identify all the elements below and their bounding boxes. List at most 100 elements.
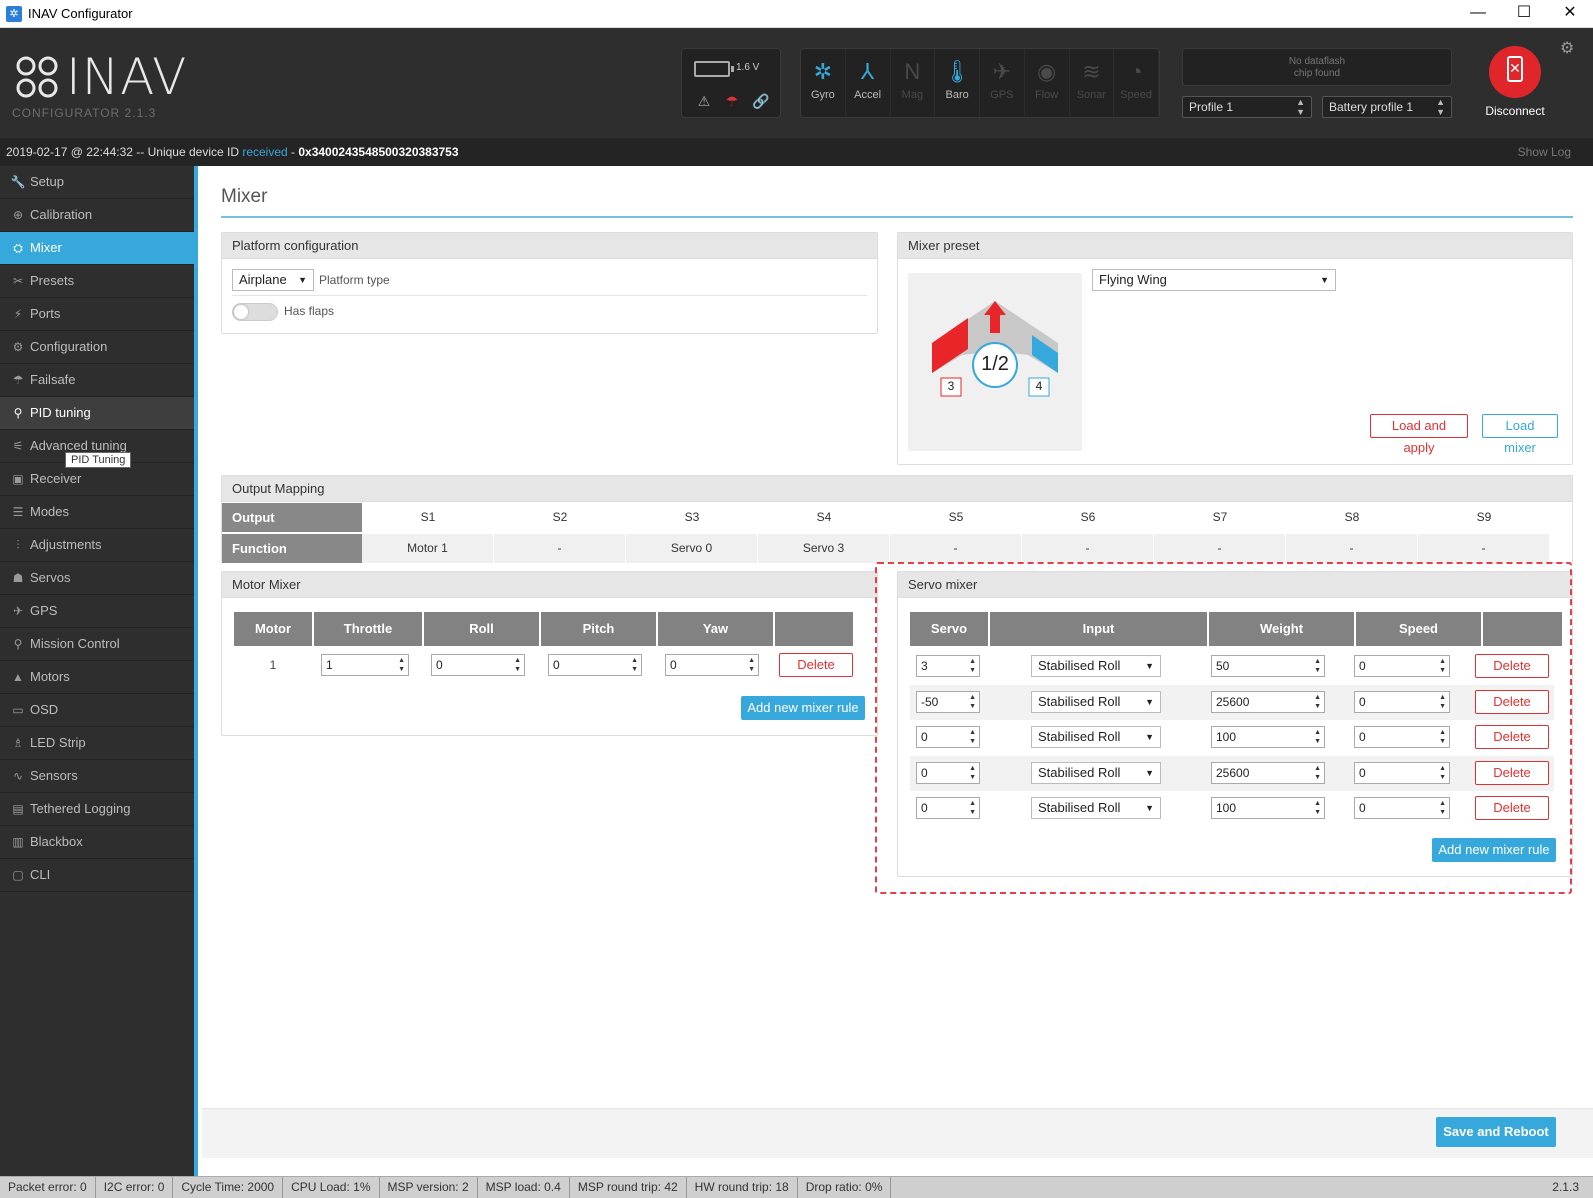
throttle-input[interactable]: 1 ▲ ▼ — [321, 654, 409, 676]
load-mixer-button[interactable]: Load mixer — [1482, 414, 1558, 455]
sidebar-item-setup[interactable]: 🔧 Setup — [0, 166, 194, 199]
sidebar-item-modes[interactable]: ☰ Modes — [0, 496, 194, 529]
sidebar-item-pid-tuning[interactable]: ⚲ PID tuning — [0, 397, 194, 430]
platform-type-select[interactable]: Airplane ▼ — [232, 269, 314, 291]
add-servo-rule-button[interactable]: Add new mixer rule — [1432, 838, 1556, 862]
servo-index-input[interactable]: 0 ▲ ▼ — [916, 726, 980, 748]
weight-input[interactable]: 25600 ▲ ▼ — [1211, 761, 1325, 784]
spinner-icon[interactable]: ▲ ▼ — [1314, 657, 1321, 675]
spinner-icon[interactable]: ▲ ▼ — [969, 657, 976, 675]
speed-input[interactable]: 0 ▲ ▼ — [1354, 797, 1450, 819]
output-cell: S2 — [552, 510, 568, 524]
sidebar-item-mixer[interactable]: ⛭ Mixer — [0, 232, 194, 265]
speed-input[interactable]: 0 ▲ ▼ — [1354, 690, 1450, 713]
baro-icon: 🌡 — [943, 59, 972, 84]
sidebar-item-led-strip[interactable]: ♗ LED Strip — [0, 727, 194, 760]
speed-input[interactable]: 0 ▲ ▼ — [1354, 761, 1450, 784]
add-motor-rule-button[interactable]: Add new mixer rule — [741, 696, 865, 720]
weight-input[interactable]: 100 ▲ ▼ — [1211, 726, 1325, 748]
spinner-icon[interactable]: ▲ ▼ — [514, 656, 521, 674]
spinner-icon[interactable]: ▲ ▼ — [748, 656, 755, 674]
input-source-select[interactable]: Stabilised Roll ▼ — [1031, 690, 1161, 713]
maximize-button[interactable]: ☐ — [1501, 0, 1547, 28]
delete-motor-rule-button[interactable]: Delete — [779, 653, 853, 677]
weight-input[interactable]: 50 ▲ ▼ — [1211, 655, 1325, 677]
delete-servo-rule-button[interactable]: Delete — [1475, 796, 1549, 820]
spinner-icon[interactable]: ▲ ▼ — [1439, 799, 1446, 817]
log-separator: - — [287, 145, 299, 159]
spinner-icon[interactable]: ▲ ▼ — [969, 764, 976, 782]
spinner-icon[interactable]: ▲ ▼ — [1314, 799, 1321, 817]
delete-servo-rule-button[interactable]: Delete — [1475, 654, 1549, 678]
spinner-icon[interactable]: ▲ ▼ — [1314, 728, 1321, 746]
sidebar-item-cli[interactable]: ▢ CLI — [0, 859, 194, 892]
delete-servo-rule-button[interactable]: Delete — [1475, 725, 1549, 749]
spinner-icon[interactable]: ▲ ▼ — [1314, 693, 1321, 711]
spinner-icon[interactable]: ▲ ▼ — [1439, 764, 1446, 782]
spinner-icon[interactable]: ▲ ▼ — [969, 728, 976, 746]
mixer-preset-select[interactable]: Flying Wing ▼ — [1092, 269, 1336, 291]
show-log-link[interactable]: Show Log — [1518, 138, 1571, 166]
sidebar-item-calibration[interactable]: ⊕ Calibration — [0, 199, 194, 232]
roll-input[interactable]: 0 ▲ ▼ — [431, 654, 525, 676]
yaw-input[interactable]: 0 ▲ ▼ — [665, 654, 759, 676]
spinner-icon[interactable]: ▲ ▼ — [1439, 728, 1446, 746]
close-button[interactable]: ✕ — [1547, 0, 1593, 28]
delete-servo-rule-button[interactable]: Delete — [1475, 689, 1549, 714]
servo-index-input[interactable]: -50 ▲ ▼ — [916, 690, 980, 713]
col-speed: Speed — [1356, 612, 1481, 646]
spinner-icon[interactable]: ▲ ▼ — [631, 656, 638, 674]
has-flaps-toggle[interactable] — [232, 303, 278, 321]
spinner-icon[interactable]: ▲ ▼ — [969, 693, 976, 711]
sidebar-item-adjustments[interactable]: ⫶ Adjustments — [0, 529, 194, 562]
output-cell: S6 — [1080, 510, 1096, 524]
sidebar-item-configuration[interactable]: ⚙ Configuration — [0, 331, 194, 364]
speed-input[interactable]: 0 ▲ ▼ — [1354, 726, 1450, 748]
servo-index-value: 0 — [921, 765, 928, 780]
pitch-input[interactable]: 0 ▲ ▼ — [548, 654, 642, 676]
sidebar-item-motors[interactable]: ▲ Motors — [0, 661, 194, 694]
disconnect-button[interactable]: ✕ Disconnect — [1470, 46, 1560, 118]
sidebar-item-sensors[interactable]: ∿ Sensors — [0, 760, 194, 793]
sidebar-item-blackbox[interactable]: ▥ Blackbox — [0, 826, 194, 859]
battery-profile-select[interactable]: Battery profile 1 ▲ ▼ — [1322, 96, 1452, 118]
sidebar-item-failsafe[interactable]: ☂ Failsafe — [0, 364, 194, 397]
sidebar-item-label: Receiver — [30, 471, 82, 486]
sidebar-item-mission-control[interactable]: ⚲ Mission Control — [0, 628, 194, 661]
spinner-icon[interactable]: ▲ ▼ — [1439, 657, 1446, 675]
delete-servo-rule-button[interactable]: Delete — [1475, 760, 1549, 785]
weight-input[interactable]: 25600 ▲ ▼ — [1211, 690, 1325, 713]
sidebar-item-gps[interactable]: ✈ GPS — [0, 595, 194, 628]
weight-value: 25600 — [1216, 765, 1250, 780]
sidebar-item-ports[interactable]: ⚡ Ports — [0, 298, 194, 331]
input-source-select[interactable]: Stabilised Roll ▼ — [1031, 655, 1161, 677]
function-cell: Servo 0 — [626, 534, 758, 563]
spinner-icon[interactable]: ▲ ▼ — [398, 656, 405, 674]
minimize-button[interactable]: — — [1455, 0, 1501, 28]
servo-index-input[interactable]: 0 ▲ ▼ — [916, 761, 980, 784]
platform-type-label: Platform type — [319, 273, 390, 287]
input-source-select[interactable]: Stabilised Roll ▼ — [1031, 761, 1161, 784]
speed-input[interactable]: 0 ▲ ▼ — [1354, 655, 1450, 677]
profile-value: Profile 1 — [1189, 100, 1234, 114]
spinner-icon[interactable]: ▲ ▼ — [969, 799, 976, 817]
servo-index-input[interactable]: 3 ▲ ▼ — [916, 655, 980, 677]
weight-input[interactable]: 100 ▲ ▼ — [1211, 797, 1325, 819]
battery-profile-value: Battery profile 1 — [1329, 100, 1414, 114]
status-item: HW round trip: 18 — [687, 1177, 798, 1198]
presets-icon: ✂ — [12, 274, 24, 288]
save-and-reboot-button[interactable]: Save and Reboot — [1436, 1117, 1556, 1147]
servo-index-input[interactable]: 0 ▲ ▼ — [916, 797, 980, 819]
input-source-select[interactable]: Stabilised Roll ▼ — [1031, 726, 1161, 748]
sidebar-item-servos[interactable]: ☗ Servos — [0, 562, 194, 595]
gear-icon[interactable]: ⚙ — [1560, 38, 1574, 58]
weight-value: 100 — [1216, 801, 1237, 815]
spinner-icon[interactable]: ▲ ▼ — [1439, 693, 1446, 711]
spinner-icon[interactable]: ▲ ▼ — [1314, 764, 1321, 782]
sidebar-item-presets[interactable]: ✂ Presets — [0, 265, 194, 298]
input-source-select[interactable]: Stabilised Roll ▼ — [1031, 797, 1161, 819]
sidebar-item-tethered-logging[interactable]: ▤ Tethered Logging — [0, 793, 194, 826]
load-and-apply-button[interactable]: Load and apply — [1370, 414, 1468, 455]
sidebar-item-osd[interactable]: ▭ OSD — [0, 694, 194, 727]
profile-select[interactable]: Profile 1 ▲ ▼ — [1182, 96, 1312, 118]
